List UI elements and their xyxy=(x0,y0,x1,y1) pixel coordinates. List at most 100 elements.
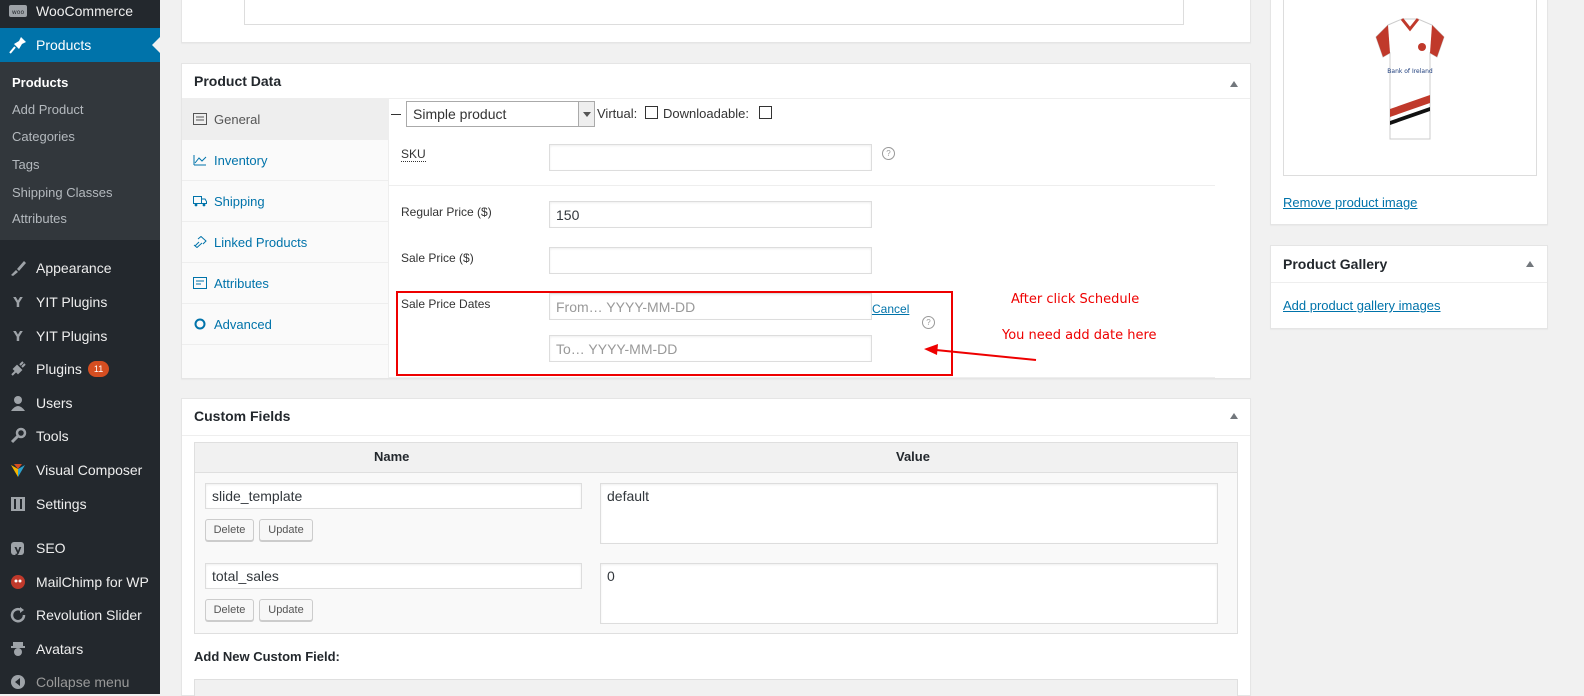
delete-button[interactable]: Delete xyxy=(205,599,254,621)
sku-input[interactable] xyxy=(549,144,872,171)
menu-yit-plugins-2[interactable]: Y YIT Plugins xyxy=(0,319,160,353)
tab-label: Inventory xyxy=(214,152,268,168)
editor-box xyxy=(181,0,1251,43)
menu-label: Plugins xyxy=(36,361,82,377)
help-icon[interactable]: ? xyxy=(882,147,895,160)
sale-price-input[interactable] xyxy=(549,247,872,274)
tab-inventory[interactable]: Inventory xyxy=(182,140,388,181)
add-new-custom-field-label: Add New Custom Field: xyxy=(194,649,340,664)
svg-text:y: y xyxy=(14,543,21,556)
virtual-checkbox[interactable] xyxy=(645,106,658,119)
chevron-down-icon[interactable] xyxy=(578,102,594,126)
update-button[interactable]: Update xyxy=(259,519,313,541)
menu-settings[interactable]: Settings xyxy=(0,487,160,521)
menu-avatars[interactable]: Avatars xyxy=(0,632,160,666)
meta-value-textarea[interactable]: default xyxy=(600,483,1218,544)
menu-users[interactable]: Users xyxy=(0,386,160,420)
annotation-arrow-icon xyxy=(924,344,1037,361)
sku-label: SKU xyxy=(401,147,426,162)
submenu-products[interactable]: Products xyxy=(12,75,68,90)
inventory-icon xyxy=(192,154,208,166)
custom-fields-title: Custom Fields xyxy=(194,408,291,424)
tab-label: Shipping xyxy=(214,193,265,209)
yit-icon: Y xyxy=(8,292,28,312)
delete-button[interactable]: Delete xyxy=(205,519,254,541)
vc-icon xyxy=(8,460,28,480)
custom-fields-header[interactable]: Custom Fields xyxy=(182,399,1250,436)
submenu-attributes[interactable]: Attributes xyxy=(12,211,67,226)
downloadable-label: Downloadable: xyxy=(663,106,750,121)
divider xyxy=(389,185,1215,186)
product-data-tabs: General Inventory Shipping Linked Produc… xyxy=(182,99,389,378)
menu-label: Revolution Slider xyxy=(36,607,142,623)
submenu-categories[interactable]: Categories xyxy=(12,129,75,144)
product-type-select[interactable]: Simple product xyxy=(406,101,595,127)
brush-icon xyxy=(8,258,28,278)
downloadable-checkbox[interactable] xyxy=(759,106,772,119)
custom-fields-table: Name Value slide_template default Delete… xyxy=(194,442,1238,634)
tab-label: Attributes xyxy=(214,275,269,291)
user-icon xyxy=(8,393,28,413)
menu-appearance[interactable]: Appearance xyxy=(0,251,160,285)
regular-price-input[interactable]: 150 xyxy=(549,201,872,228)
menu-yit-plugins-1[interactable]: Y YIT Plugins xyxy=(0,285,160,319)
menu-visual-composer[interactable]: Visual Composer xyxy=(0,453,160,487)
menu-woocommerce[interactable]: woo WooCommerce xyxy=(0,0,160,28)
product-image-box: Bank of Ireland Remove product image xyxy=(1270,0,1548,225)
collapse-arrow-icon[interactable] xyxy=(1526,261,1534,267)
menu-label: Appearance xyxy=(36,260,112,276)
product-image[interactable]: Bank of Ireland xyxy=(1283,0,1537,176)
meta-key-input[interactable]: slide_template xyxy=(205,483,582,509)
menu-label: MailChimp for WP xyxy=(36,574,149,590)
table-header: Name Value xyxy=(195,443,1237,473)
jersey-image: Bank of Ireland xyxy=(1375,18,1445,140)
product-type-value: Simple product xyxy=(413,106,507,122)
menu-plugins[interactable]: Plugins 11 xyxy=(0,352,160,386)
woo-icon: woo xyxy=(8,1,28,21)
svg-text:woo: woo xyxy=(12,9,25,16)
col-name-header: Name xyxy=(374,449,410,464)
menu-label: SEO xyxy=(36,540,66,556)
custom-fields-box: Custom Fields Name Value slide_template … xyxy=(181,398,1251,696)
product-data-header[interactable]: Product Data xyxy=(182,64,1250,99)
divider xyxy=(389,377,1215,378)
products-submenu: Products Add Product Categories Tags Shi… xyxy=(0,62,160,240)
tab-shipping[interactable]: Shipping xyxy=(182,181,388,222)
link-icon xyxy=(192,236,208,248)
meta-value-textarea[interactable]: 0 xyxy=(600,563,1218,624)
submenu-add-product[interactable]: Add Product xyxy=(12,102,84,117)
menu-label: YIT Plugins xyxy=(36,328,108,344)
collapse-arrow-icon[interactable] xyxy=(1230,81,1238,87)
mailchimp-icon xyxy=(8,572,28,592)
yoast-icon: y xyxy=(8,538,28,558)
menu-mailchimp[interactable]: MailChimp for WP xyxy=(0,565,160,599)
collapse-icon xyxy=(8,672,28,692)
update-button[interactable]: Update xyxy=(259,599,313,621)
remove-product-image-link[interactable]: Remove product image xyxy=(1283,195,1417,210)
meta-key-input[interactable]: total_sales xyxy=(205,563,582,589)
menu-collapse[interactable]: Collapse menu xyxy=(0,665,160,694)
tab-advanced[interactable]: Advanced xyxy=(182,304,388,345)
general-icon xyxy=(192,113,208,125)
submenu-tags[interactable]: Tags xyxy=(12,157,39,172)
menu-products[interactable]: Products xyxy=(0,28,160,62)
tab-attributes[interactable]: Attributes xyxy=(182,263,388,304)
menu-tools[interactable]: Tools xyxy=(0,419,160,453)
add-gallery-images-link[interactable]: Add product gallery images xyxy=(1283,298,1441,313)
menu-seo[interactable]: y SEO xyxy=(0,531,160,565)
editor-textarea-bottom[interactable] xyxy=(244,0,1184,25)
pin-icon xyxy=(8,35,28,55)
attributes-icon xyxy=(192,277,208,289)
tab-linked-products[interactable]: Linked Products xyxy=(182,222,388,263)
tab-general[interactable]: General xyxy=(182,99,388,140)
product-gallery-header[interactable]: Product Gallery xyxy=(1271,246,1547,283)
plugins-update-badge: 11 xyxy=(87,361,110,377)
product-gallery-box: Product Gallery Add product gallery imag… xyxy=(1270,245,1548,329)
regular-price-label: Regular Price ($) xyxy=(401,205,492,219)
product-gallery-title: Product Gallery xyxy=(1283,256,1388,272)
settings-icon xyxy=(8,494,28,514)
admin-menu: woo WooCommerce Products Products Add Pr… xyxy=(0,0,160,694)
submenu-shipping-classes[interactable]: Shipping Classes xyxy=(12,185,112,200)
menu-revolution-slider[interactable]: Revolution Slider xyxy=(0,598,160,632)
collapse-arrow-icon[interactable] xyxy=(1230,413,1238,419)
